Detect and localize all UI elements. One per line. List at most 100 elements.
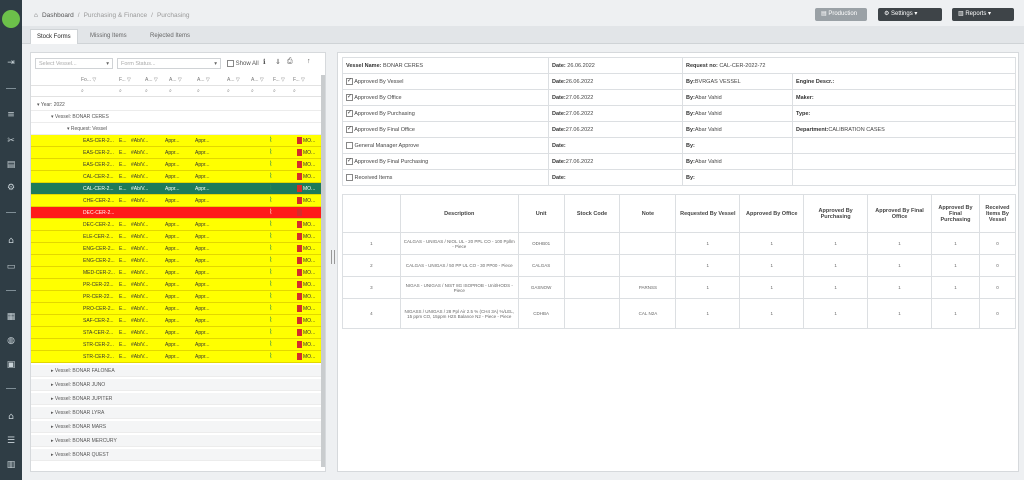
approval-step[interactable]: General Manager Approve bbox=[342, 137, 549, 154]
paperclip-icon[interactable]: ⌇ bbox=[269, 292, 272, 302]
breadcrumb-section[interactable]: Purchasing & Finance bbox=[84, 12, 148, 19]
form-row[interactable]: ENG-CER-2... E... #Ab/V... Appr... Appr... ⌇ M… bbox=[31, 243, 321, 255]
form-row[interactable]: ENG-CER-2... E... #Ab/V... Appr... Appr... ⌇ M… bbox=[31, 255, 321, 267]
items-column-header[interactable]: Approved By Purchasing bbox=[803, 194, 869, 233]
paperclip-icon[interactable]: ⌇ bbox=[269, 316, 272, 326]
login-icon[interactable]: ⇥ bbox=[5, 58, 17, 68]
show-all-checkbox[interactable] bbox=[227, 60, 234, 67]
production-button[interactable]: ▤ Production bbox=[815, 8, 867, 21]
tree-group-vessel[interactable]: ▸ Vessel: BONAR MARS bbox=[31, 421, 321, 433]
column-header[interactable]: Fo... ▽ bbox=[81, 77, 96, 83]
filter-search-icon[interactable]: ⌕ bbox=[145, 88, 148, 94]
form-row[interactable]: EAS-CER-2... E... #Ab/V... Appr... Appr... ⌇ M… bbox=[31, 147, 321, 159]
filter-search-icon[interactable]: ⌕ bbox=[273, 88, 276, 94]
form-row[interactable]: CAL-CER-2... E... #Ab/V... Appr... Appr... ⌇ M… bbox=[31, 183, 321, 195]
approval-step[interactable]: Received Items bbox=[342, 169, 549, 186]
form-row[interactable]: MED-CER-2... E... #Ab/V... Appr... Appr... ⌇ M… bbox=[31, 267, 321, 279]
paperclip-icon[interactable]: ⌇ bbox=[269, 136, 272, 146]
form-status-dropdown[interactable]: Form Status... ▾ bbox=[117, 58, 221, 69]
download-icon[interactable]: ⇓ bbox=[275, 58, 281, 66]
filter-search-icon[interactable]: ⌕ bbox=[251, 88, 254, 94]
paperclip-icon[interactable]: ⌇ bbox=[269, 280, 272, 290]
tree-group-vessel[interactable]: ▸ Vessel: BONAR LYRA bbox=[31, 407, 321, 419]
item-row[interactable]: 3 NIGAS - UNIGAS / NIST 8G ISOPROB - Unit… bbox=[342, 276, 1017, 299]
items-column-header[interactable]: Approved By Office bbox=[739, 194, 805, 233]
form-row[interactable]: STR-CER-2... E... #Ab/V... Appr... Appr... ⌇ M… bbox=[31, 351, 321, 363]
filter-search-icon[interactable]: ⌕ bbox=[169, 88, 172, 94]
column-header[interactable]: A... ▽ bbox=[197, 77, 210, 83]
paperclip-icon[interactable]: ⌇ bbox=[269, 232, 272, 242]
panel-resize-handle[interactable] bbox=[331, 250, 335, 264]
checkbox-unchecked[interactable] bbox=[346, 142, 353, 149]
paperclip-icon[interactable]: ⌇ bbox=[269, 340, 272, 350]
tab-missing-items[interactable]: Missing Items bbox=[84, 29, 133, 44]
items-column-header[interactable]: Approved By Final Office bbox=[867, 194, 932, 233]
form-row[interactable]: EAS-CER-2... E... #Ab/V... Appr... Appr... ⌇ M… bbox=[31, 159, 321, 171]
items-column-header[interactable]: Approved By Final Purchasing bbox=[930, 194, 980, 233]
show-all-toggle[interactable]: Show All bbox=[227, 60, 259, 67]
paperclip-icon[interactable]: ⌇ bbox=[269, 244, 272, 254]
tree-group-vessel[interactable]: ▸ Vessel: BONAR JUNO bbox=[31, 379, 321, 391]
up-arrow-icon[interactable]: ↑ bbox=[307, 58, 311, 65]
paperclip-icon[interactable]: ⌇ bbox=[269, 196, 272, 206]
item-row[interactable]: 4 NIGASS / UNIGAS / 28 Ppl Air 2.5 % (CH4… bbox=[342, 298, 1017, 329]
checkbox-unchecked[interactable] bbox=[346, 174, 353, 181]
tab-stock-forms[interactable]: Stock Forms bbox=[30, 29, 78, 44]
approval-step[interactable]: ✓ Approved By Purchasing bbox=[342, 105, 549, 122]
approval-step[interactable]: ✓ Approved By Office bbox=[342, 89, 549, 106]
items-column-header[interactable] bbox=[342, 194, 401, 233]
folder-icon[interactable]: ▭ bbox=[5, 262, 17, 272]
filter-search-icon[interactable]: ⌕ bbox=[197, 88, 200, 94]
filter-search-icon[interactable]: ⌕ bbox=[227, 88, 230, 94]
tree-group-year[interactable]: ▾ Year: 2022 bbox=[31, 99, 321, 111]
globe-icon[interactable]: ◍ bbox=[5, 336, 17, 346]
filter-search-icon[interactable]: ⌕ bbox=[119, 88, 122, 94]
app-logo[interactable] bbox=[2, 10, 20, 28]
paperclip-icon[interactable]: ⌇ bbox=[269, 160, 272, 170]
paperclip-icon[interactable]: ⌇ bbox=[269, 220, 272, 230]
tree-group-vessel[interactable]: ▾ Vessel: BONAR CERES bbox=[31, 111, 321, 123]
items-column-header[interactable]: Description bbox=[399, 194, 519, 233]
form-row[interactable]: PR-CER-22... E... #Ab/V... Appr... Appr... ⌇ M… bbox=[31, 291, 321, 303]
paperclip-icon[interactable]: ⌇ bbox=[269, 148, 272, 158]
breadcrumb-dashboard[interactable]: Dashboard bbox=[42, 12, 74, 19]
tree-group-vessel[interactable]: ▸ Vessel: BONAR JUPITER bbox=[31, 393, 321, 405]
form-row[interactable]: PR-CER-22... E... #Ab/V... Appr... Appr... ⌇ M… bbox=[31, 279, 321, 291]
form-row[interactable]: STR-CER-2... E... #Ab/V... Appr... Appr... ⌇ M… bbox=[31, 339, 321, 351]
tree-group-vessel[interactable]: ▸ Vessel: BONAR QUEST bbox=[31, 449, 321, 461]
paperclip-icon[interactable]: ⌇ bbox=[269, 304, 272, 314]
items-column-header[interactable]: Stock Code bbox=[563, 194, 621, 233]
paperclip-icon[interactable]: ⌇ bbox=[269, 256, 272, 266]
tree-subgroup[interactable]: ▾ Request: Vessel bbox=[31, 123, 321, 135]
items-column-header[interactable]: Received Items By Vessel bbox=[978, 194, 1017, 233]
paperclip-icon[interactable]: ⌇ bbox=[269, 352, 272, 362]
menu-icon[interactable]: ≡ bbox=[5, 110, 17, 120]
column-header[interactable]: A... ▽ bbox=[251, 77, 264, 83]
checkbox-checked[interactable]: ✓ bbox=[346, 110, 353, 117]
form-row[interactable]: STA-CER-2... E... #Ab/V... Appr... Appr... ⌇ M… bbox=[31, 327, 321, 339]
settings-button[interactable]: ⚙ Settings ▾ bbox=[878, 8, 942, 21]
column-header[interactable]: A... ▽ bbox=[169, 77, 182, 83]
paperclip-icon[interactable]: ⌇ bbox=[269, 172, 272, 182]
filter-search-icon[interactable]: ⌕ bbox=[293, 88, 296, 94]
approval-step[interactable]: ✓ Approved By Final Office bbox=[342, 121, 549, 138]
vertical-scrollbar[interactable] bbox=[321, 75, 325, 467]
column-header[interactable]: A... ▽ bbox=[227, 77, 240, 83]
list-icon[interactable]: ☰ bbox=[5, 436, 17, 446]
form-row[interactable]: CAL-CER-2... E... #Ab/V... Appr... Appr... ⌇ M… bbox=[31, 171, 321, 183]
item-row[interactable]: 2 CALGAS - UNIGAS / 50 PP UL CO - 30 PP00… bbox=[342, 254, 1017, 277]
info-icon[interactable]: ℹ bbox=[263, 58, 266, 66]
tree-group-vessel[interactable]: ▸ Vessel: BONAR FALONEA bbox=[31, 365, 321, 377]
form-row[interactable]: CHE-CER-2... E... #Ab/V... Appr... Appr... ⌇ M… bbox=[31, 195, 321, 207]
item-row[interactable]: 1 CALGAS - UNIGAS / NIOL UL - 20 PPL CO -… bbox=[342, 232, 1017, 255]
tools-icon[interactable]: ✂ bbox=[5, 136, 17, 146]
form-row[interactable]: DEC-CER-2... E... #Ab/V... Appr... Appr... ⌇ M… bbox=[31, 219, 321, 231]
home-icon[interactable]: ⌂ bbox=[5, 412, 17, 422]
checkbox-checked[interactable]: ✓ bbox=[346, 78, 353, 85]
form-row[interactable]: SAF-CER-2... E... #Ab/V... Appr... Appr... ⌇ M… bbox=[31, 315, 321, 327]
tree-group-vessel[interactable]: ▸ Vessel: BONAR MERCURY bbox=[31, 435, 321, 447]
gear-icon[interactable]: ⚙ bbox=[5, 183, 17, 193]
paperclip-icon[interactable]: ⌇ bbox=[269, 184, 272, 194]
id-card-icon[interactable]: ▣ bbox=[5, 360, 17, 370]
items-column-header[interactable]: Note bbox=[619, 194, 677, 233]
